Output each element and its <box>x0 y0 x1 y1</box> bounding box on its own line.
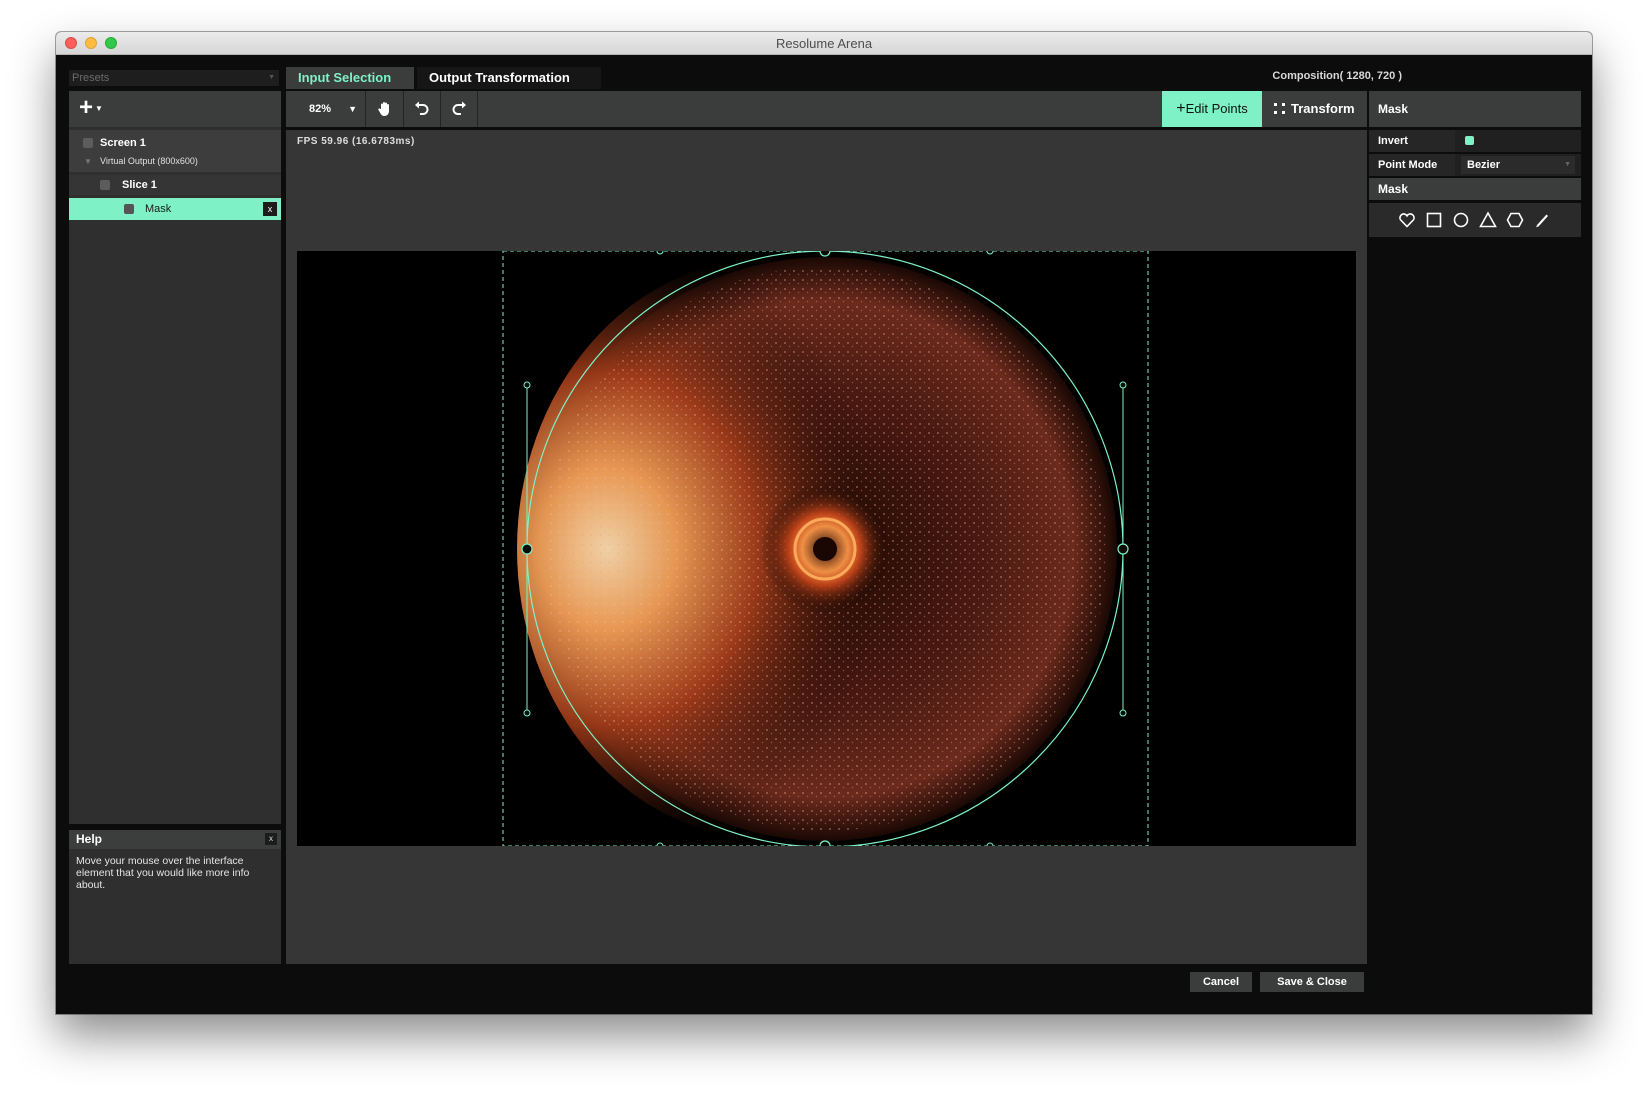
handle-right-top[interactable] <box>1119 381 1127 389</box>
undo-icon <box>415 101 429 115</box>
editor-stage: FPS 59.96 (16.6783ms) <box>286 130 1367 964</box>
zoom-dropdown[interactable]: 82% ▼ <box>286 91 366 127</box>
help-close-button[interactable]: x <box>265 833 277 845</box>
handle-right-bottom[interactable] <box>1119 709 1127 717</box>
triangle-shape-icon[interactable] <box>1479 211 1497 229</box>
app-window: Resolume Arena Presets ▼ + ▼ Screen 1 ▼ V… <box>56 32 1592 1014</box>
transform-label: Transform <box>1291 101 1355 116</box>
remove-mask-button[interactable]: x <box>263 202 277 216</box>
hand-icon <box>378 102 389 116</box>
circle-shape-icon[interactable] <box>1452 211 1470 229</box>
tree-item-mask[interactable]: Mask x <box>69 198 281 220</box>
slice-enable-checkbox[interactable] <box>100 180 110 190</box>
invert-checkbox[interactable] <box>1465 136 1474 145</box>
plus-icon: + <box>1176 100 1186 117</box>
redo-icon <box>452 101 466 115</box>
cancel-button[interactable]: Cancel <box>1190 972 1252 992</box>
handle-bottom-left[interactable] <box>656 842 664 850</box>
point-mode-selected: Bezier <box>1467 159 1501 171</box>
mask-label: Mask <box>145 203 172 215</box>
help-panel: Help x Move your mouse over the interfac… <box>69 830 281 964</box>
tree-item-slice[interactable]: Slice 1 <box>69 175 281 195</box>
point-mode-value: Bezier ▼ <box>1457 154 1581 176</box>
save-close-button[interactable]: Save & Close <box>1260 972 1364 992</box>
handle-top-right[interactable] <box>986 247 994 255</box>
pan-hand-button[interactable] <box>367 91 404 127</box>
mask-section-header: Mask <box>1369 178 1581 200</box>
invert-label: Invert <box>1369 130 1455 152</box>
mask-overlay <box>297 245 1356 852</box>
chevron-down-icon: ▼ <box>268 74 275 81</box>
undo-button[interactable] <box>404 91 441 127</box>
mask-point-top[interactable] <box>819 245 831 257</box>
screen-label: Screen 1 <box>100 137 146 149</box>
plus-icon: + <box>79 94 94 121</box>
properties-header: Mask <box>1369 91 1581 127</box>
square-shape-icon[interactable] <box>1425 211 1443 229</box>
preview-canvas[interactable] <box>297 245 1356 852</box>
hexagon-shape-icon[interactable] <box>1506 211 1524 229</box>
particle-image <box>517 257 1117 841</box>
chevron-down-icon: ▼ <box>95 103 103 113</box>
transform-icon <box>1274 103 1285 114</box>
title-bar: Resolume Arena <box>56 32 1592 55</box>
point-mode-row: Point Mode Bezier ▼ <box>1369 154 1581 176</box>
virtual-output-label: Virtual Output (800x600) <box>100 156 198 166</box>
chevron-down-icon: ▼ <box>1564 161 1571 168</box>
screen-enable-checkbox[interactable] <box>83 138 93 148</box>
tab-output-transformation[interactable]: Output Transformation <box>417 67 601 89</box>
fps-readout: FPS 59.96 (16.6783ms) <box>297 136 415 147</box>
handle-left-bottom[interactable] <box>523 709 531 717</box>
help-text: Move your mouse over the interface eleme… <box>76 855 250 891</box>
zoom-value: 82% <box>309 103 332 115</box>
disclosure-triangle-icon[interactable]: ▼ <box>84 157 92 166</box>
presets-dropdown[interactable]: Presets ▼ <box>69 70 279 86</box>
editor-toolbar: 82% ▼ +Edit Points Transform <box>286 91 1367 127</box>
help-title: Help <box>69 830 281 849</box>
tab-input-selection[interactable]: Input Selection <box>286 67 414 89</box>
output-tree-panel: + ▼ Screen 1 ▼ Virtual Output (800x600) S… <box>69 91 281 824</box>
pen-draw-icon[interactable] <box>1533 211 1551 229</box>
point-mode-label: Point Mode <box>1369 154 1455 176</box>
slice-label: Slice 1 <box>122 179 157 191</box>
heart-shape-icon[interactable] <box>1398 211 1416 229</box>
invert-value <box>1457 130 1581 152</box>
add-toolbar: + ▼ <box>69 91 281 127</box>
redo-button[interactable] <box>441 91 478 127</box>
presets-label: Presets <box>72 72 110 84</box>
mask-point-bottom[interactable] <box>819 840 831 852</box>
invert-row: Invert <box>1369 130 1581 152</box>
tree-item-screen[interactable]: Screen 1 ▼ Virtual Output (800x600) <box>69 130 281 172</box>
chevron-down-icon: ▼ <box>348 104 357 114</box>
handle-top-left[interactable] <box>656 247 664 255</box>
edit-points-button[interactable]: +Edit Points <box>1162 91 1262 127</box>
mask-shape-tools <box>1369 203 1581 237</box>
composition-size: Composition( 1280, 720 ) <box>1272 70 1402 82</box>
add-button[interactable]: + ▼ <box>79 96 117 120</box>
point-mode-select[interactable]: Bezier ▼ <box>1461 156 1575 174</box>
mask-enable-checkbox[interactable] <box>124 204 134 214</box>
mask-point-left[interactable] <box>521 543 533 555</box>
window-title: Resolume Arena <box>775 36 873 51</box>
handle-left-top[interactable] <box>523 381 531 389</box>
transform-button[interactable]: Transform <box>1266 91 1364 127</box>
edit-points-label: Edit Points <box>1185 101 1248 116</box>
handle-bottom-right[interactable] <box>986 842 994 850</box>
mask-point-right[interactable] <box>1117 543 1129 555</box>
